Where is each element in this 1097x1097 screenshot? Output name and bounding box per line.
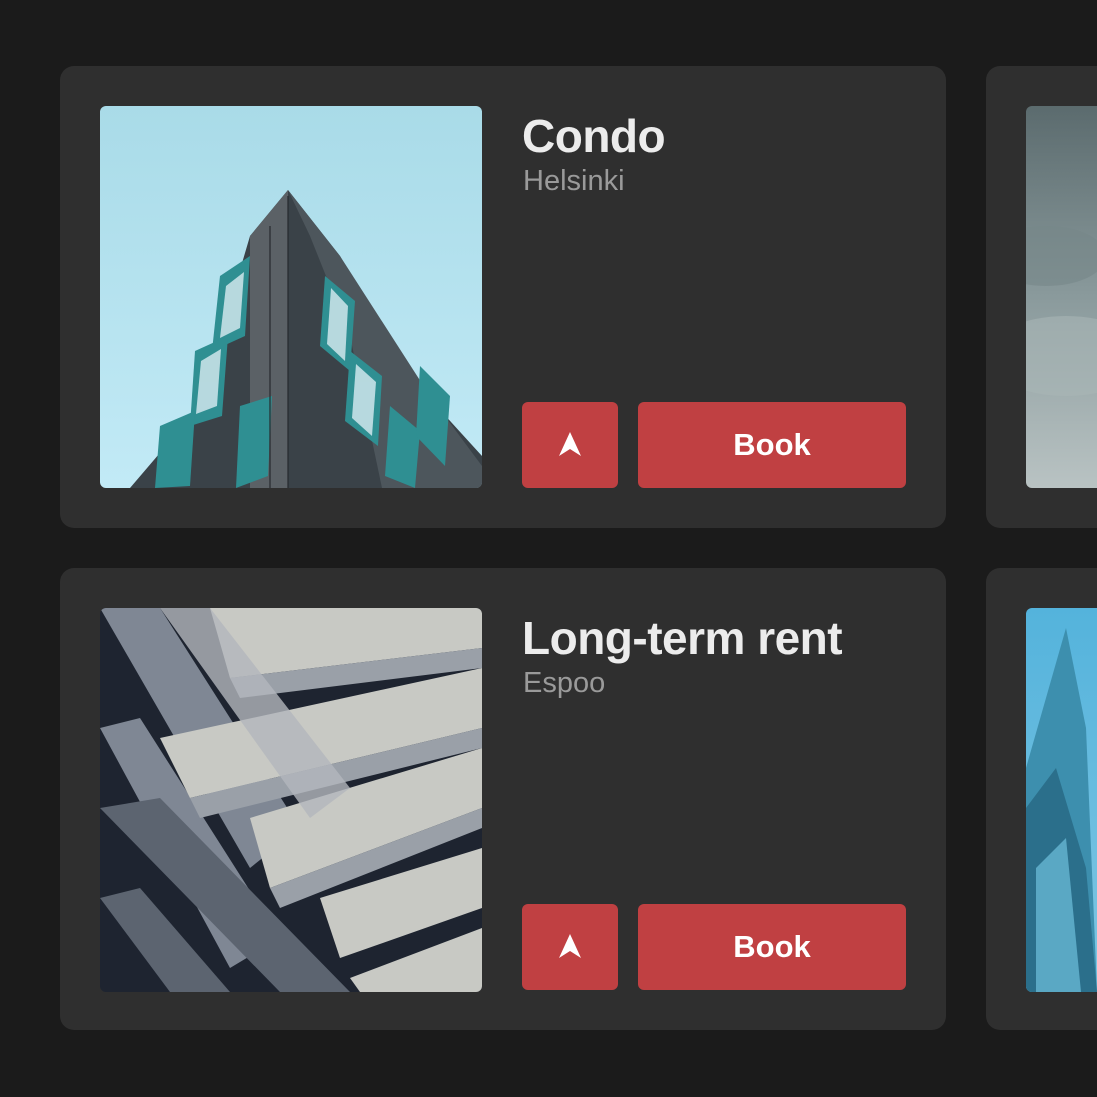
- building-photo: [1026, 608, 1097, 992]
- listing-location: Espoo: [523, 667, 606, 699]
- listing-card: Condo Helsinki Book: [60, 66, 946, 528]
- listing-card: [986, 568, 1097, 1030]
- listing-location: Helsinki: [523, 165, 625, 197]
- listing-image[interactable]: [1026, 106, 1097, 488]
- listing-title: Condo: [522, 110, 666, 162]
- listing-image[interactable]: [1026, 608, 1097, 992]
- book-button[interactable]: Book: [638, 904, 906, 990]
- book-button[interactable]: Book: [638, 402, 906, 488]
- building-photo: [100, 608, 482, 992]
- listing-card: [986, 66, 1097, 528]
- navigation-arrow-icon: [559, 934, 581, 958]
- listing-card: Long-term rent Espoo Book: [60, 568, 946, 1030]
- navigate-button[interactable]: [522, 904, 618, 990]
- listing-image[interactable]: [100, 608, 482, 992]
- listings-grid: Condo Helsinki Book Long-term rent Espoo…: [0, 0, 1097, 1097]
- building-photo: [1026, 106, 1097, 488]
- building-photo: [100, 106, 482, 488]
- listing-image[interactable]: [100, 106, 482, 488]
- listing-title: Long-term rent: [522, 612, 843, 664]
- navigate-button[interactable]: [522, 402, 618, 488]
- navigation-arrow-icon: [559, 432, 581, 456]
